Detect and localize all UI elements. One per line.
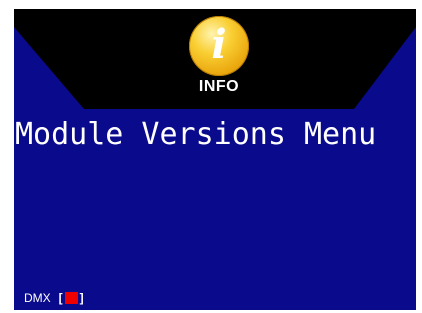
dmx-bracket-open: [ bbox=[58, 291, 63, 305]
dmx-bracket-close: ] bbox=[79, 291, 84, 305]
dmx-status: DMX [ ] bbox=[24, 291, 84, 305]
info-icon[interactable]: i bbox=[189, 16, 249, 76]
display-screen: i INFO Module Versions Menu DMX [ ] bbox=[14, 9, 416, 310]
info-label: INFO bbox=[198, 78, 240, 95]
dmx-indicator-icon bbox=[64, 292, 78, 304]
dmx-label: DMX bbox=[24, 291, 51, 305]
menu-title: Module Versions Menu bbox=[15, 117, 377, 152]
info-icon-glyph: i bbox=[211, 21, 227, 68]
